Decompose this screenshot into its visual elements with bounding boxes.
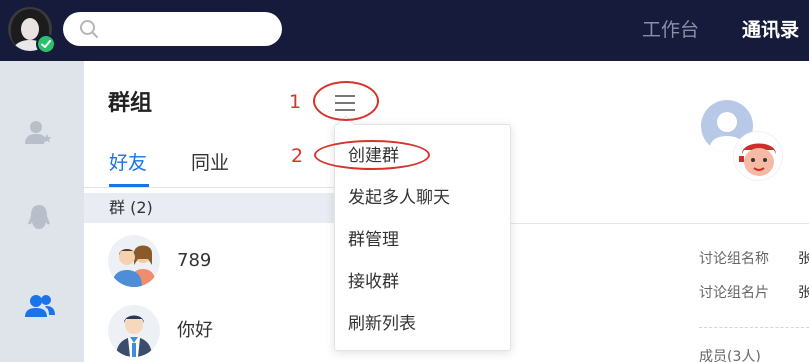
- group-avatar: [108, 235, 160, 287]
- group-name: 你好: [177, 320, 213, 341]
- field-value-group-name: 张: [798, 251, 809, 267]
- top-bar: 工作台 通讯录: [0, 0, 809, 61]
- tab-friends[interactable]: 好友: [109, 151, 147, 175]
- starred-contact-icon[interactable]: [24, 119, 54, 145]
- left-rail: [0, 61, 84, 362]
- menu-item-refresh-list[interactable]: 刷新列表: [348, 313, 416, 335]
- page-title: 群组: [108, 91, 153, 116]
- penguin-icon[interactable]: [24, 203, 54, 233]
- field-label-group-card: 讨论组名片: [699, 285, 769, 301]
- annotation-step-2: 2: [291, 145, 304, 167]
- field-value-group-card: 张: [798, 285, 809, 301]
- tab-colleague[interactable]: 同业: [191, 151, 229, 175]
- search-icon: [80, 20, 98, 38]
- group-contacts-icon[interactable]: [24, 293, 56, 319]
- online-status-icon: [36, 34, 56, 54]
- menu-item-manage-groups[interactable]: 群管理: [348, 229, 399, 251]
- annotation-circle: [313, 81, 379, 121]
- annotation-circle: [314, 140, 430, 170]
- group-name: 789: [177, 250, 212, 271]
- group-avatar: [108, 305, 160, 357]
- section-header-label: 群 (2): [109, 198, 153, 217]
- member-avatar: [733, 131, 783, 181]
- search-input[interactable]: [63, 12, 282, 46]
- nav-workbench[interactable]: 工作台: [642, 18, 699, 42]
- divider: [699, 327, 809, 328]
- members-count-label: 成员(3人): [699, 349, 761, 362]
- annotation-step-1: 1: [289, 91, 302, 113]
- field-label-group-name: 讨论组名称: [699, 251, 769, 267]
- menu-item-receive-group[interactable]: 接收群: [348, 271, 399, 293]
- nav-contacts[interactable]: 通讯录: [742, 18, 799, 42]
- menu-item-start-group-chat[interactable]: 发起多人聊天: [348, 187, 450, 209]
